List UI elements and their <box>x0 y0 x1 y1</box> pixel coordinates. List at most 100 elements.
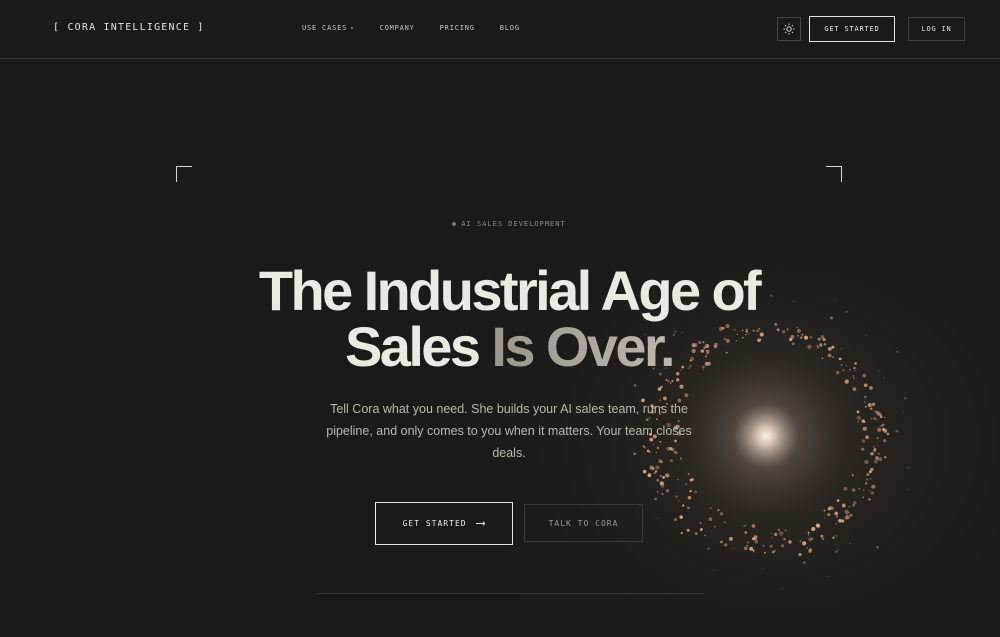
orb-particle <box>862 496 865 499</box>
orb-particle <box>798 552 802 557</box>
nav-link-label: USE CASES <box>302 24 348 32</box>
orb-particle <box>673 518 678 522</box>
orb-particle <box>694 532 698 536</box>
orb-particle <box>862 489 865 491</box>
eyebrow-label: AI SALES DEVELOPMENT <box>461 220 566 228</box>
orb-particle <box>799 540 802 543</box>
nav-get-started-button[interactable]: GET STARTED <box>809 16 895 42</box>
orb-particle <box>753 535 758 540</box>
orb-particle <box>689 490 692 493</box>
hero-get-started-button[interactable]: GET STARTED ⟶ <box>375 502 513 545</box>
orb-particle <box>660 484 665 488</box>
orb-particle <box>653 471 657 475</box>
hero-talk-to-cora-button[interactable]: TALK TO CORA <box>524 504 643 542</box>
orb-particle <box>744 531 748 534</box>
orb-particle <box>868 498 871 501</box>
orb-particle <box>861 447 865 451</box>
orb-particle <box>865 435 869 440</box>
hero-headline-line-2: Sales Is Over. <box>0 314 1000 379</box>
nav-link-use-cases[interactable]: USE CASES ▾ <box>302 24 355 32</box>
orb-particle <box>745 524 747 527</box>
orb-particle <box>802 561 806 564</box>
nav-link-company[interactable]: COMPANY <box>380 24 415 32</box>
orb-particle <box>654 497 657 501</box>
orb-particle <box>781 588 783 590</box>
theme-toggle-button[interactable] <box>777 17 801 41</box>
orb-particle <box>655 465 660 470</box>
orb-particle <box>649 465 654 470</box>
orb-particle <box>851 488 856 492</box>
orb-particle <box>907 488 909 491</box>
orb-particle <box>867 402 872 408</box>
orb-particle <box>678 500 680 502</box>
hero-eyebrow: AI SALES DEVELOPMENT <box>0 220 1000 228</box>
orb-particle <box>844 509 849 514</box>
orb-particle <box>827 513 831 517</box>
orb-particle <box>709 507 712 510</box>
orb-particle <box>866 478 869 481</box>
orb-particle <box>876 546 879 549</box>
orb-particle <box>869 490 871 492</box>
orb-particle <box>883 439 887 443</box>
orb-particle <box>848 505 851 508</box>
orb-particle <box>866 473 870 476</box>
chevron-down-icon: ▾ <box>350 25 355 32</box>
corner-bracket-top-left <box>176 166 192 182</box>
orb-particle <box>863 383 868 388</box>
orb-particle <box>762 568 764 570</box>
orb-particle <box>662 475 666 479</box>
orb-particle <box>878 457 883 462</box>
orb-particle <box>815 523 820 528</box>
orb-particle <box>780 544 785 548</box>
orb-particle <box>838 518 842 523</box>
orb-particle <box>859 418 862 420</box>
orb-particle <box>832 536 835 539</box>
page: [ CORA INTELLIGENCE ] USE CASES ▾ COMPANY… <box>0 0 1000 637</box>
orb-particle <box>879 415 883 419</box>
orb-particle <box>728 536 733 541</box>
orb-particle <box>852 501 857 505</box>
orb-particle <box>873 417 877 421</box>
nav-link-pricing[interactable]: PRICING <box>440 24 475 32</box>
orb-particle <box>841 503 846 508</box>
orb-particle <box>694 490 698 494</box>
orb-particle <box>878 452 880 455</box>
orb-particle <box>679 384 684 389</box>
orb-particle <box>904 397 907 400</box>
orb-particle <box>642 469 647 474</box>
orb-particle <box>844 515 849 520</box>
nav-log-in-button[interactable]: LOG IN <box>908 17 965 41</box>
orb-particle <box>687 506 690 510</box>
brand-logo[interactable]: [ CORA INTELLIGENCE ] <box>53 22 205 33</box>
orb-particle <box>864 459 869 465</box>
orb-particle <box>771 536 773 539</box>
orb-particle <box>751 524 756 528</box>
orb-particle <box>837 548 840 551</box>
orb-particle <box>848 512 850 514</box>
orb-particle <box>811 526 816 532</box>
orb-particle <box>806 546 809 549</box>
orb-particle <box>873 448 877 451</box>
orb-particle <box>884 416 886 418</box>
orb-particle <box>665 473 670 478</box>
orb-particle <box>823 517 826 519</box>
orb-particle <box>845 513 849 516</box>
orb-particle <box>869 470 872 473</box>
cta-label: GET STARTED <box>402 519 467 528</box>
orb-particle <box>685 483 688 486</box>
orb-particle <box>633 384 637 387</box>
orb-particle <box>807 534 810 536</box>
orb-particle <box>861 439 866 443</box>
orb-particle <box>886 432 890 436</box>
orb-particle <box>671 380 674 383</box>
orb-particle <box>802 541 807 546</box>
orb-particle <box>835 535 838 537</box>
orb-particle <box>836 499 840 502</box>
nav-link-blog[interactable]: BLOG <box>500 24 520 32</box>
orb-particle <box>843 486 848 491</box>
orb-particle <box>870 491 875 495</box>
orb-particle <box>686 528 690 532</box>
orb-particle <box>677 478 679 481</box>
nav-links: USE CASES ▾ COMPANY PRICING BLOG <box>302 24 545 32</box>
orb-particle <box>884 456 887 459</box>
